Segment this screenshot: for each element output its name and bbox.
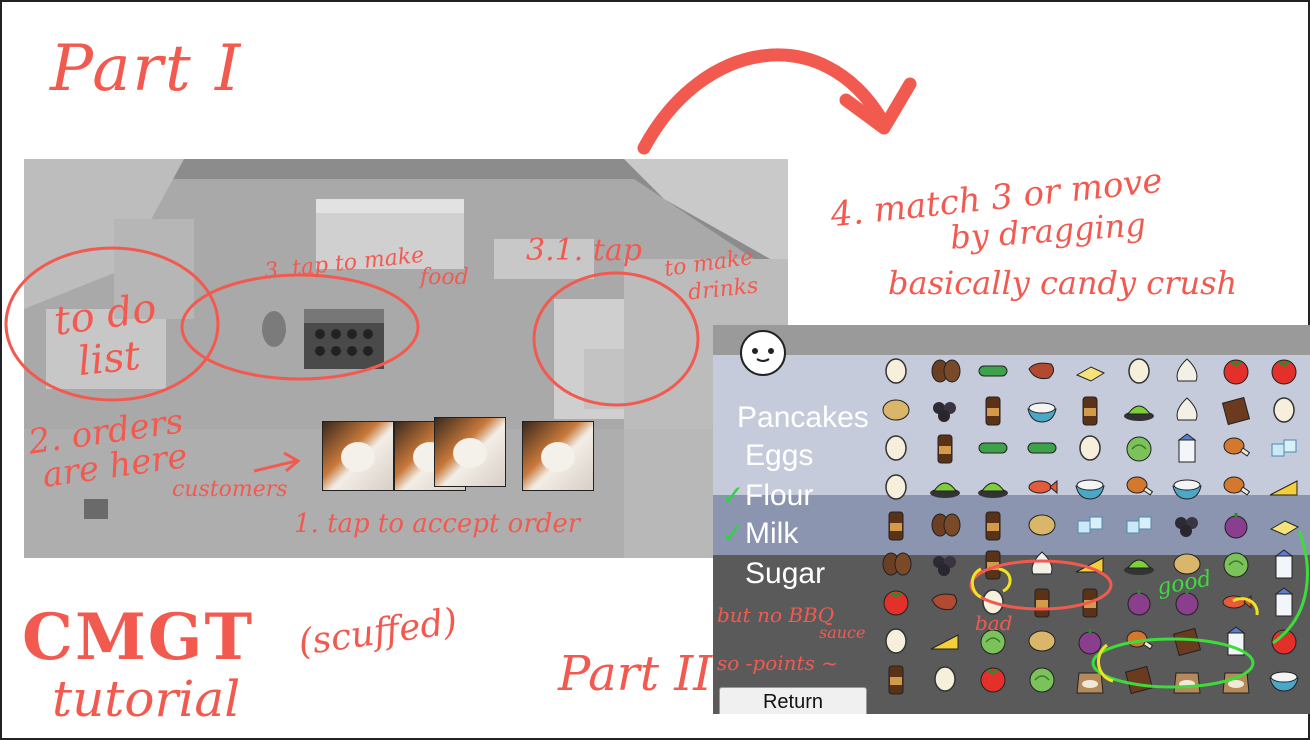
todo-line2: list bbox=[75, 332, 143, 386]
customers-label: customers bbox=[172, 477, 288, 502]
curved-arrow-icon bbox=[637, 48, 917, 155]
bbq-note-line3: so -points ~ bbox=[717, 651, 838, 675]
accept-order-label: 1. tap to accept order bbox=[294, 509, 581, 539]
bad-label: bad bbox=[975, 611, 1013, 635]
cmgt-title: CMGT bbox=[22, 600, 255, 675]
part1-title: Part I bbox=[50, 32, 243, 106]
step31-label: 3.1. tap bbox=[526, 233, 642, 268]
step4-line3: basically candy crush bbox=[888, 264, 1238, 302]
step3-food: food bbox=[420, 265, 469, 290]
bbq-note-line1: but no BBQ bbox=[717, 603, 835, 627]
part2-title: Part II bbox=[558, 646, 713, 702]
bbq-note-line2: sauce bbox=[819, 623, 866, 642]
scuffed-label: (scuffed) bbox=[295, 601, 460, 664]
match3-scene: Pancakes Eggs ✓ Flour ✓ Milk Sugar good … bbox=[713, 325, 1310, 714]
return-button[interactable]: Return bbox=[719, 687, 867, 714]
tutorial-title: tutorial bbox=[52, 670, 241, 728]
tutorial-canvas: Part I CMGT tutorial (scuffed) Part II 4… bbox=[0, 0, 1310, 740]
